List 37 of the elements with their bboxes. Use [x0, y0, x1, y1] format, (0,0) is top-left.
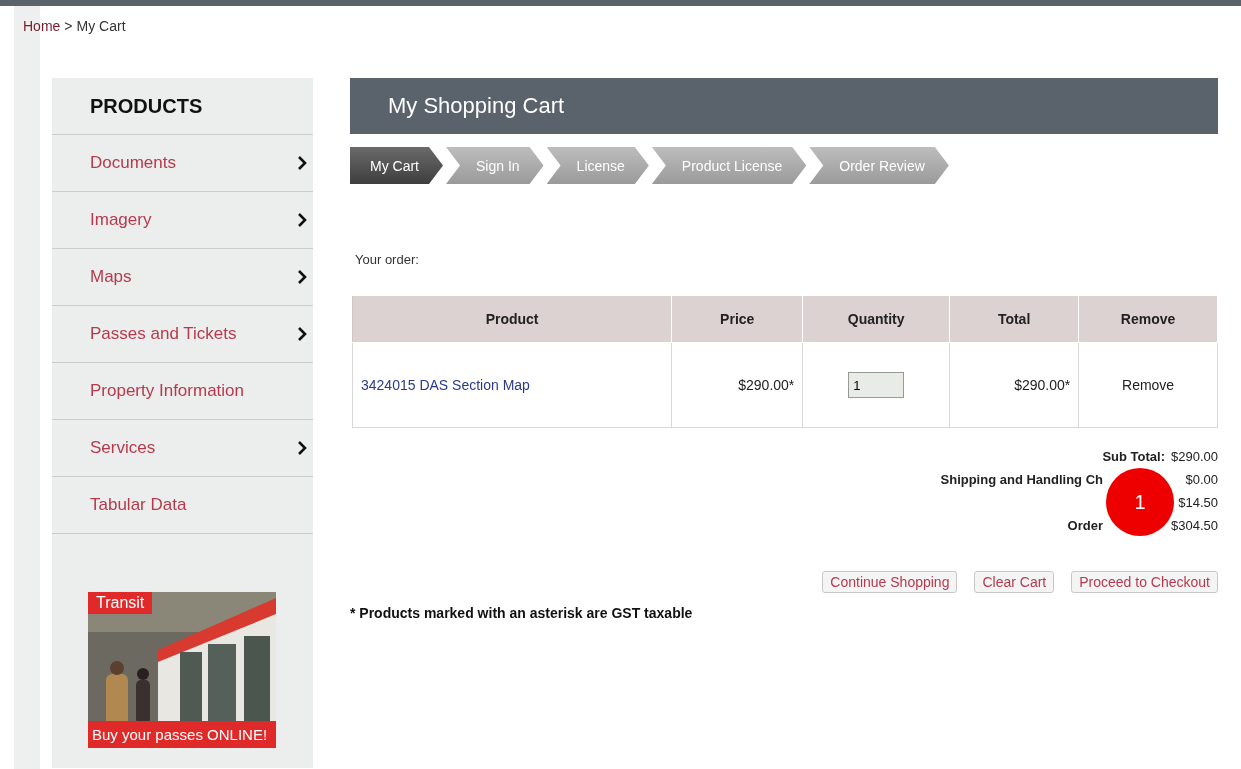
- sidebar-item[interactable]: Documents: [52, 135, 313, 192]
- page-title: My Shopping Cart: [350, 78, 1218, 134]
- column-header: Total: [949, 295, 1079, 343]
- checkout-step[interactable]: My Cart: [350, 147, 443, 184]
- total-label: Sub Total:: [1102, 448, 1166, 464]
- column-header: Product: [352, 295, 672, 343]
- sidebar-item[interactable]: Imagery: [52, 192, 313, 249]
- quantity-field[interactable]: 1: [848, 372, 905, 398]
- table-cell: $290.00*: [671, 342, 803, 428]
- sidebar-item[interactable]: Maps: [52, 249, 313, 306]
- total-value: $14.50: [1178, 494, 1218, 510]
- column-header: Remove: [1078, 295, 1218, 343]
- home-link[interactable]: Home: [23, 18, 61, 34]
- total-label: Order: [1067, 517, 1104, 533]
- product-link[interactable]: 3424015 DAS Section Map: [361, 377, 530, 393]
- breadcrumb-separator: >: [64, 18, 73, 34]
- sidebar-item[interactable]: Services: [52, 420, 313, 477]
- total-label: Shipping and Handling Ch: [940, 471, 1104, 487]
- column-header: Quantity: [802, 295, 950, 343]
- order-label: Your order:: [355, 252, 420, 267]
- remove-link[interactable]: Remove: [1078, 342, 1218, 428]
- sidebar-title: PRODUCTS: [52, 78, 313, 135]
- footnote: * Products marked with an asterisk are GST taxable: [350, 605, 694, 621]
- banner-title: Transit: [88, 592, 153, 614]
- transit-banner[interactable]: Transit Buy your passes ONLINE!: [88, 592, 276, 748]
- cart-button[interactable]: Continue Shopping: [822, 571, 958, 593]
- banner-caption: Buy your passes ONLINE!: [88, 721, 276, 748]
- cart-button[interactable]: Proceed to Checkout: [1071, 571, 1218, 593]
- table-cell: $290.00*: [949, 342, 1079, 428]
- total-value: $290.00: [1171, 448, 1218, 464]
- sidebar-item[interactable]: Tabular Data: [52, 477, 313, 534]
- sidebar-item[interactable]: Property Information: [52, 363, 313, 420]
- breadcrumb-current: My Cart: [76, 18, 126, 34]
- total-value: $0.00: [1185, 471, 1218, 487]
- cart-button[interactable]: Clear Cart: [974, 571, 1055, 593]
- sidebar-item[interactable]: Passes and Tickets: [52, 306, 313, 363]
- column-header: Price: [671, 295, 803, 343]
